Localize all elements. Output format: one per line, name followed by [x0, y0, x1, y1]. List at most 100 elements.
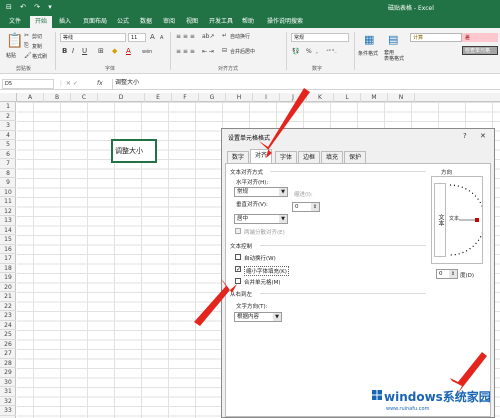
tab-insert[interactable]: 插入 — [54, 16, 76, 28]
tell-me-search[interactable]: 操作说明搜索 — [262, 16, 308, 28]
indent-icon[interactable]: ⇤ ⇥ — [202, 48, 214, 56]
row-header[interactable]: 30 — [0, 378, 16, 387]
column-header[interactable]: C — [71, 93, 98, 102]
merge-center-button[interactable]: 合并后居中 — [230, 48, 255, 55]
horizontal-align-select[interactable]: 常规 ▼ — [234, 187, 288, 197]
select-all-corner[interactable] — [0, 93, 17, 102]
column-header[interactable]: F — [172, 93, 199, 102]
row-header[interactable]: 25 — [0, 330, 16, 340]
row-header[interactable]: 1 — [0, 102, 16, 112]
column-header[interactable]: J — [280, 93, 307, 102]
orientation-icon[interactable]: ab↗ — [202, 33, 215, 41]
row-header[interactable]: 13 — [0, 216, 16, 226]
tab-number[interactable]: 数字 — [227, 151, 250, 163]
dialog-close-button[interactable]: ✕ — [480, 132, 486, 140]
row-header[interactable]: 5 — [0, 140, 16, 150]
degree-spinner[interactable]: 0 ⇕ — [436, 269, 458, 279]
font-shrink-button[interactable]: A — [160, 34, 163, 42]
align-left-icon[interactable]: ≡ ≡ ≡ — [176, 48, 195, 56]
tab-border[interactable]: 边框 — [298, 151, 321, 163]
row-header[interactable]: 21 — [0, 292, 16, 302]
tab-developer[interactable]: 开发工具 — [204, 16, 238, 28]
row-header[interactable]: 33 — [0, 406, 16, 416]
row-header[interactable]: 6 — [0, 150, 16, 159]
merge-cells-checkbox[interactable] — [235, 278, 241, 284]
fill-color-icon[interactable]: ◆ — [112, 47, 117, 55]
row-header[interactable]: 26 — [0, 340, 16, 349]
quick-access-toolbar[interactable]: ⊟ ↶ ↷ ▾ — [6, 3, 55, 11]
wrap-text-checkbox[interactable] — [235, 254, 241, 260]
row-header[interactable]: 23 — [0, 311, 16, 321]
format-painter-button[interactable]: 格式刷 — [32, 53, 47, 60]
borders-icon[interactable]: ⊞ — [98, 47, 104, 55]
tab-file[interactable]: 文件 — [4, 16, 26, 28]
row-header[interactable]: 10 — [0, 188, 16, 197]
column-header[interactable]: A — [17, 93, 44, 102]
currency-icon[interactable]: 💱 — [292, 48, 299, 56]
format-as-table-button[interactable]: 套用 表格格式 — [384, 50, 404, 62]
bold-button[interactable]: B — [62, 47, 67, 55]
row-header[interactable]: 20 — [0, 283, 16, 292]
row-header[interactable]: 32 — [0, 397, 16, 406]
active-cell-d5[interactable]: 调整大小 — [111, 139, 157, 163]
row-header[interactable]: 27 — [0, 349, 16, 359]
cut-button[interactable]: 剪切 — [32, 33, 42, 40]
tab-home[interactable]: 开始 — [30, 16, 53, 28]
font-size-box[interactable]: 11 — [128, 33, 146, 42]
column-header[interactable]: B — [44, 93, 71, 102]
row-header[interactable]: 28 — [0, 359, 16, 368]
row-header[interactable]: 22 — [0, 302, 16, 311]
row-header[interactable]: 12 — [0, 207, 16, 216]
paste-icon[interactable]: 📋 — [6, 34, 23, 48]
row-header[interactable]: 2 — [0, 112, 16, 121]
number-format-box[interactable]: 常规 — [291, 33, 349, 42]
conditional-format-button[interactable]: 条件格式 — [358, 50, 378, 57]
tab-font[interactable]: 字体 — [275, 151, 298, 163]
column-header[interactable]: I — [253, 93, 280, 102]
row-header[interactable]: 17 — [0, 254, 16, 264]
column-header[interactable]: L — [334, 93, 361, 102]
tab-help[interactable]: 帮助 — [237, 16, 259, 28]
decimal-icon[interactable]: ⁺⁰ ⁰₋ — [326, 48, 337, 56]
font-name-box[interactable]: 等线 — [60, 33, 126, 42]
row-header[interactable]: 9 — [0, 178, 16, 188]
orientation-box[interactable]: 文本 文本 — [431, 176, 483, 264]
font-grow-button[interactable]: A — [150, 33, 155, 41]
insert-function-button[interactable]: fx — [97, 80, 103, 88]
vertical-text-option[interactable]: 文本 — [434, 183, 446, 257]
tab-data[interactable]: 数据 — [135, 16, 157, 28]
formula-input[interactable]: 调整大小 — [112, 79, 498, 89]
dialog-help-button[interactable]: ? — [463, 132, 467, 140]
style-bad[interactable]: 差 — [462, 33, 498, 42]
column-header[interactable]: K — [307, 93, 334, 102]
style-calc[interactable]: 计算 — [410, 33, 462, 42]
style-check-cell[interactable]: 检查单元格 — [462, 46, 498, 55]
tab-review[interactable]: 审阅 — [158, 16, 180, 28]
tab-view[interactable]: 视图 — [181, 16, 203, 28]
column-header[interactable]: E — [145, 93, 172, 102]
wrap-text-button[interactable]: 自动换行 — [230, 33, 250, 40]
tab-fill[interactable]: 填充 — [321, 151, 344, 163]
phonetic-guide-button[interactable]: wén — [142, 48, 152, 56]
column-header[interactable]: D — [98, 93, 145, 102]
column-header[interactable]: N — [388, 93, 415, 102]
row-header[interactable]: 18 — [0, 264, 16, 273]
column-header[interactable]: G — [199, 93, 226, 102]
underline-button[interactable]: U — [82, 47, 87, 55]
align-top-icon[interactable]: ≡ ≡ ≡ — [176, 33, 195, 41]
row-header[interactable]: 16 — [0, 245, 16, 254]
row-header[interactable]: 7 — [0, 159, 16, 169]
name-box[interactable]: D5 — [2, 79, 54, 89]
paste-button[interactable]: 粘贴 — [6, 52, 16, 59]
copy-button[interactable]: 复制 — [32, 43, 42, 50]
percent-button[interactable]: % — [306, 48, 312, 56]
shrink-to-fit-checkbox[interactable]: ✓ — [235, 266, 241, 273]
row-header[interactable]: 11 — [0, 197, 16, 207]
row-header[interactable]: 4 — [0, 131, 16, 140]
row-header[interactable]: 14 — [0, 226, 16, 235]
column-header[interactable]: H — [226, 93, 253, 102]
row-header[interactable]: 19 — [0, 273, 16, 283]
tab-page-layout[interactable]: 页面布局 — [78, 16, 112, 28]
tab-formulas[interactable]: 公式 — [112, 16, 134, 28]
tab-protection[interactable]: 保护 — [344, 151, 367, 163]
